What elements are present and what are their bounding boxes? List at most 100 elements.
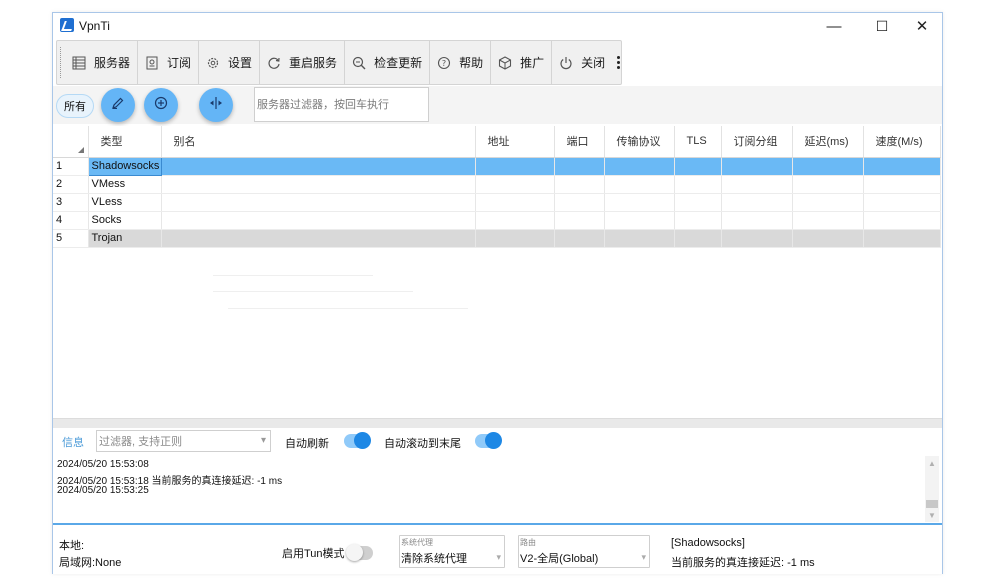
pane-splitter[interactable] xyxy=(53,418,942,428)
column-header-port[interactable]: 端口 xyxy=(554,126,605,158)
help-menu-button[interactable]: ? 帮助 xyxy=(430,41,492,84)
scroll-up-icon[interactable]: ▲ xyxy=(925,456,939,470)
chevron-down-icon[interactable]: ▾ xyxy=(261,435,266,446)
more-options-button[interactable] xyxy=(616,41,621,84)
cell-speed[interactable] xyxy=(863,229,941,248)
scrollbar-thumb[interactable] xyxy=(926,500,938,508)
cell-address[interactable] xyxy=(475,157,555,176)
add-server-button[interactable] xyxy=(144,88,178,122)
column-header-type[interactable]: 类型 xyxy=(88,126,162,158)
cell-delay[interactable] xyxy=(792,229,864,248)
column-header-sub-group[interactable]: 订阅分组 xyxy=(721,126,793,158)
cell-port[interactable] xyxy=(554,175,605,194)
column-header-delay[interactable]: 延迟(ms) xyxy=(792,126,864,158)
table-row[interactable]: 1 Shadowsocks xyxy=(53,156,941,176)
auto-refresh-label: 自动刷新 xyxy=(285,438,329,450)
server-list-icon xyxy=(72,56,86,70)
cell-tls[interactable] xyxy=(674,175,722,194)
table-row[interactable]: 3 VLess xyxy=(53,193,941,212)
speed-test-button[interactable] xyxy=(199,88,233,122)
routing-select[interactable]: 路由 V2-全局(Global) ▾ xyxy=(518,535,650,568)
tun-mode-toggle[interactable] xyxy=(346,544,373,561)
toggle-knob xyxy=(485,432,502,449)
cell-address[interactable] xyxy=(475,175,555,194)
subscription-icon xyxy=(145,56,159,70)
local-address-label: 本地: xyxy=(59,540,85,552)
cell-tls[interactable] xyxy=(674,211,722,230)
cell-tls[interactable] xyxy=(674,193,722,212)
scroll-down-icon[interactable]: ▼ xyxy=(925,508,939,522)
cell-type[interactable]: Trojan xyxy=(88,229,162,248)
check-update-button[interactable]: 检查更新 xyxy=(345,41,431,84)
log-scrollbar[interactable]: ▲ ▼ xyxy=(925,456,939,522)
cell-sub-group[interactable] xyxy=(721,157,793,176)
cell-alias[interactable] xyxy=(161,175,476,194)
cell-alias[interactable] xyxy=(161,229,476,248)
cell-port[interactable] xyxy=(554,157,605,176)
edit-server-button[interactable] xyxy=(101,88,135,122)
cell-transport[interactable] xyxy=(604,229,675,248)
log-output[interactable]: 2024/05/20 15:53:08 2024/05/20 15:53:18 … xyxy=(53,456,942,522)
column-header-transport[interactable]: 传输协议 xyxy=(604,126,675,158)
cell-sub-group[interactable] xyxy=(721,175,793,194)
cell-transport[interactable] xyxy=(604,157,675,176)
auto-refresh-toggle[interactable] xyxy=(344,432,371,449)
cell-transport[interactable] xyxy=(604,175,675,194)
column-header-tls[interactable]: TLS xyxy=(674,126,722,158)
column-header-alias[interactable]: 别名 xyxy=(161,126,476,158)
system-proxy-select[interactable]: 系统代理 清除系统代理 ▾ xyxy=(399,535,505,568)
cell-delay[interactable] xyxy=(792,157,864,176)
server-filter-input[interactable] xyxy=(254,87,429,122)
cell-delay[interactable] xyxy=(792,175,864,194)
servers-menu-button[interactable]: 服务器 xyxy=(65,41,139,84)
cell-port[interactable] xyxy=(554,211,605,230)
window-title: VpnTi xyxy=(79,19,110,33)
cell-sub-group[interactable] xyxy=(721,193,793,212)
promote-button[interactable]: 推广 xyxy=(491,41,553,84)
cell-type[interactable]: VLess xyxy=(88,193,162,212)
auto-scroll-toggle[interactable] xyxy=(475,432,502,449)
log-filter-input[interactable]: 过滤器, 支持正则 ▾ xyxy=(96,430,271,452)
cell-transport[interactable] xyxy=(604,211,675,230)
cell-alias[interactable] xyxy=(161,193,476,212)
cell-type[interactable]: Shadowsocks xyxy=(87,156,162,176)
select-all-corner[interactable] xyxy=(53,126,89,158)
cell-address[interactable] xyxy=(475,229,555,248)
cell-address[interactable] xyxy=(475,211,555,230)
cell-delay[interactable] xyxy=(792,193,864,212)
cell-transport[interactable] xyxy=(604,193,675,212)
cell-speed[interactable] xyxy=(863,175,941,194)
restart-service-button[interactable]: 重启服务 xyxy=(260,41,346,84)
cell-address[interactable] xyxy=(475,193,555,212)
cell-type[interactable]: VMess xyxy=(88,175,162,194)
cell-alias[interactable] xyxy=(161,211,476,230)
cell-delay[interactable] xyxy=(792,211,864,230)
cell-sub-group[interactable] xyxy=(721,229,793,248)
cell-type[interactable]: Socks xyxy=(88,211,162,230)
exit-button[interactable]: 关闭 xyxy=(552,41,612,84)
gear-icon xyxy=(206,56,220,70)
cell-tls[interactable] xyxy=(674,229,722,248)
column-header-address[interactable]: 地址 xyxy=(475,126,555,158)
table-row[interactable]: 5 Trojan xyxy=(53,229,941,248)
subscription-menu-button[interactable]: 订阅 xyxy=(138,41,200,84)
cell-speed[interactable] xyxy=(863,193,941,212)
cell-speed[interactable] xyxy=(863,157,941,176)
cell-speed[interactable] xyxy=(863,211,941,230)
column-header-speed[interactable]: 速度(M/s) xyxy=(863,126,941,158)
minimize-button[interactable]: — xyxy=(811,13,857,39)
settings-menu-button[interactable]: 设置 xyxy=(199,41,261,84)
table-row[interactable]: 2 VMess xyxy=(53,175,941,194)
cell-port[interactable] xyxy=(554,193,605,212)
log-tab-label[interactable]: 信息 xyxy=(62,434,84,450)
restart-icon xyxy=(267,56,281,70)
server-table: 类型 别名 地址 端口 传输协议 TLS 订阅分组 延迟(ms) 速度(M/s)… xyxy=(53,126,941,248)
filter-all-chip[interactable]: 所有 xyxy=(56,94,94,118)
faint-divider xyxy=(213,275,373,276)
cell-port[interactable] xyxy=(554,229,605,248)
close-button[interactable]: ✕ xyxy=(899,13,945,39)
cell-sub-group[interactable] xyxy=(721,211,793,230)
cell-alias[interactable] xyxy=(161,157,476,176)
table-row[interactable]: 4 Socks xyxy=(53,211,941,230)
cell-tls[interactable] xyxy=(674,157,722,176)
